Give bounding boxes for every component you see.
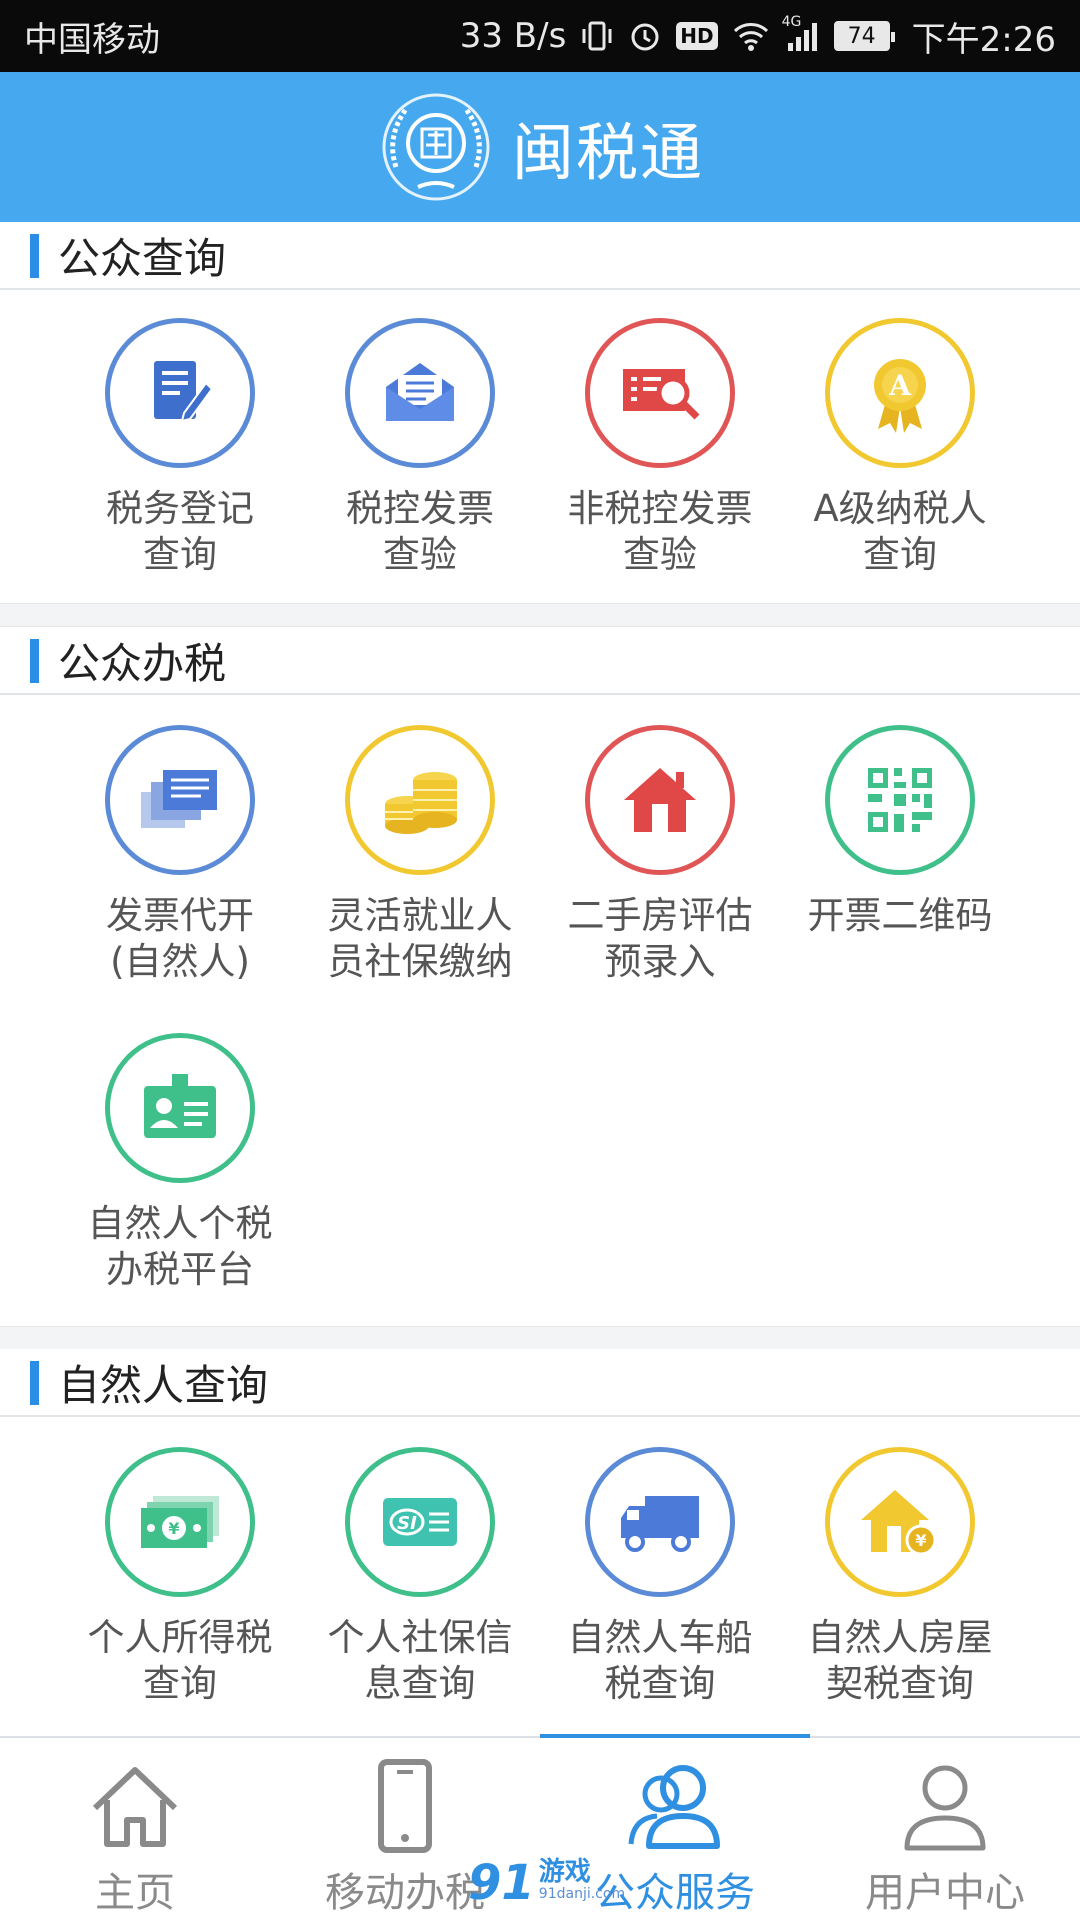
battery-indicator: 74 <box>833 21 895 51</box>
item-label: 税控发票 查验 <box>346 487 494 576</box>
svg-text:¥: ¥ <box>168 1519 179 1538</box>
item-label: A级纳税人 查询 <box>813 487 987 576</box>
item-label: 发票代开 (自然人) <box>106 894 254 983</box>
hd-icon: HD <box>676 16 718 56</box>
nav-label: 主页 <box>95 1870 175 1916</box>
svg-text:¥: ¥ <box>915 1531 926 1550</box>
app-header: 闽税通 <box>0 72 1080 222</box>
item-label: 个人所得税 查询 <box>87 1616 273 1705</box>
section-title: 公众查询 <box>58 233 227 283</box>
item-label: 个人社保信 息查询 <box>327 1616 513 1705</box>
app-title: 闽税通 <box>511 116 704 189</box>
carrier-name: 中国移动 <box>24 19 160 60</box>
item-label: 灵活就业人 员社保缴纳 <box>327 894 513 983</box>
item-label: 开票二维码 <box>807 894 993 937</box>
wifi-icon <box>732 16 770 56</box>
id-badge-icon <box>105 1033 255 1183</box>
section-header: 公众办税 <box>0 627 1080 695</box>
money-icon: ¥ <box>105 1447 255 1597</box>
house-coin-icon: ¥ <box>825 1447 975 1597</box>
section-header: 公众查询 <box>0 222 1080 290</box>
a-grade-medal-icon: A <box>825 318 975 468</box>
truck-icon <box>585 1447 735 1597</box>
item-label: 税务登记 查询 <box>106 487 254 576</box>
users-icon <box>628 1765 720 1849</box>
item-label: 自然人房屋 契税查询 <box>807 1616 993 1705</box>
section-title: 公众办税 <box>58 638 227 688</box>
invoice-search-icon <box>585 318 735 468</box>
watermark-number: 91 <box>468 1855 535 1911</box>
watermark-en: 91danji.com <box>538 1886 626 1902</box>
section-public-query: 公众查询 税务登记 查询 税控发票 查验 非税控发票 查验 A A级纳税人 查询 <box>0 222 1080 602</box>
watermark-cn: 游戏 <box>538 1857 591 1887</box>
user-icon <box>904 1765 986 1851</box>
social-security-card-icon: SI <box>345 1447 495 1597</box>
section-individual-query: 自然人查询 ¥ 个人所得税 查询 SI 个人社保信 息查询 自然人车船 税查询 … <box>0 1349 1080 1735</box>
tax-emblem-logo <box>382 93 490 201</box>
item-label: 非税控发票 查验 <box>567 487 753 576</box>
section-accent-bar <box>30 1361 39 1405</box>
svg-text:A: A <box>888 369 912 402</box>
coins-icon <box>345 725 495 875</box>
item-label: 自然人个税 办税平台 <box>87 1202 273 1291</box>
vibrate-icon <box>580 16 614 56</box>
item-label: 二手房评估 预录入 <box>567 894 753 983</box>
envelope-invoice-icon <box>345 318 495 468</box>
section-divider <box>0 1326 1080 1350</box>
network-speed: 33 B/s <box>459 16 567 56</box>
alarm-icon <box>628 16 662 56</box>
phone-icon <box>378 1759 432 1853</box>
site-watermark: 91 游戏 91danji.com <box>468 1852 625 1914</box>
signal-icon: 4G <box>782 14 820 56</box>
qr-code-icon <box>825 725 975 875</box>
nav-tab-home[interactable]: 主页 <box>0 1738 270 1922</box>
home-icon <box>92 1767 178 1847</box>
house-icon <box>585 725 735 875</box>
invoice-stack-icon <box>105 725 255 875</box>
section-header: 自然人查询 <box>0 1349 1080 1417</box>
nav-label: 用户中心 <box>865 1870 1025 1916</box>
section-accent-bar <box>30 639 39 683</box>
section-public-tax-handling: 公众办税 发票代开 (自然人) 灵活就业人 员社保缴纳 二手房评估 预录入 开票… <box>0 627 1080 1327</box>
svg-text:SI: SI <box>397 1513 417 1534</box>
item-label: 自然人车船 税查询 <box>567 1616 753 1705</box>
clock: 下午2:26 <box>911 19 1056 60</box>
section-title: 自然人查询 <box>58 1360 269 1410</box>
section-accent-bar <box>30 234 39 278</box>
section-divider <box>0 603 1080 627</box>
nav-tab-user-center[interactable]: 用户中心 <box>810 1738 1080 1922</box>
status-bar: 中国移动 33 B/s HD 4G 74 下午2:26 <box>0 0 1080 72</box>
tax-registration-icon <box>105 318 255 468</box>
